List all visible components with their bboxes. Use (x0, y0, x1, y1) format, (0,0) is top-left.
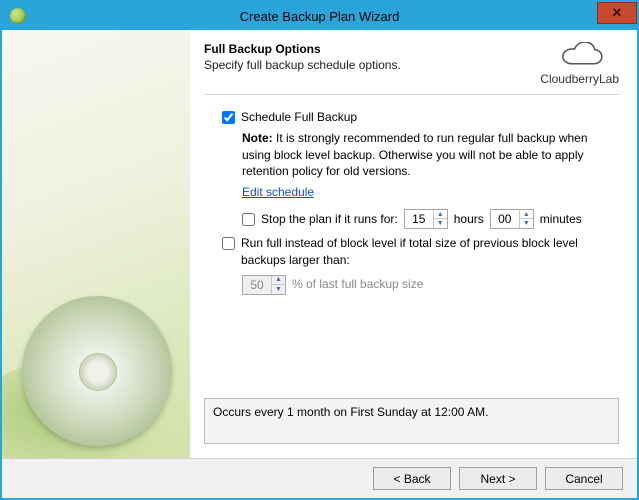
page-header: Full Backup Options Specify full backup … (204, 42, 619, 86)
window-title: Create Backup Plan Wizard (2, 9, 637, 24)
app-icon (10, 8, 26, 24)
chevron-down-icon[interactable]: ▼ (520, 219, 533, 228)
runfull-label: Run full instead of block level if total… (241, 235, 619, 269)
note-body: It is strongly recommended to run regula… (242, 131, 588, 179)
minutes-stepper[interactable]: ▲ ▼ (490, 209, 534, 229)
footer: < Back Next > Cancel (2, 458, 637, 498)
cloud-icon (555, 42, 605, 70)
schedule-row: Schedule Full Backup (222, 109, 619, 126)
wizard-window: Create Backup Plan Wizard ✕ Full Backup … (0, 0, 639, 500)
chevron-up-icon[interactable]: ▲ (272, 276, 285, 286)
runfull-checkbox[interactable] (222, 237, 235, 250)
close-button[interactable]: ✕ (597, 2, 637, 24)
page-subtitle: Specify full backup schedule options. (204, 58, 401, 72)
next-button[interactable]: Next > (459, 467, 537, 490)
minutes-input[interactable] (491, 210, 519, 228)
percent-suffix: % of last full backup size (292, 276, 423, 293)
hours-arrows[interactable]: ▲ ▼ (433, 210, 447, 228)
minutes-unit: minutes (540, 211, 582, 228)
side-panel (2, 30, 190, 458)
runfull-indent: ▲ ▼ % of last full backup size (242, 275, 619, 295)
schedule-indent: Note: It is strongly recommended to run … (242, 130, 619, 229)
stop-label: Stop the plan if it runs for: (261, 211, 398, 228)
schedule-note: Note: It is strongly recommended to run … (242, 130, 619, 180)
main-panel: Full Backup Options Specify full backup … (190, 30, 637, 458)
titlebar: Create Backup Plan Wizard ✕ (2, 2, 637, 30)
stop-checkbox[interactable] (242, 213, 255, 226)
page-title: Full Backup Options (204, 42, 401, 56)
back-button[interactable]: < Back (373, 467, 451, 490)
chevron-down-icon[interactable]: ▼ (434, 219, 447, 228)
minutes-arrows[interactable]: ▲ ▼ (519, 210, 533, 228)
schedule-label: Schedule Full Backup (241, 109, 357, 126)
disc-icon (22, 296, 172, 446)
edit-schedule-link[interactable]: Edit schedule (242, 184, 314, 201)
header-separator (204, 94, 619, 95)
percent-stepper[interactable]: ▲ ▼ (242, 275, 286, 295)
cancel-button[interactable]: Cancel (545, 467, 623, 490)
note-prefix: Note: (242, 131, 273, 145)
stop-row: Stop the plan if it runs for: ▲ ▼ hours (242, 209, 619, 229)
close-icon: ✕ (612, 5, 623, 21)
runfull-row: Run full instead of block level if total… (222, 235, 619, 269)
window-body: Full Backup Options Specify full backup … (2, 30, 637, 458)
header-text: Full Backup Options Specify full backup … (204, 42, 401, 72)
hours-unit: hours (454, 211, 484, 228)
brand-name: CloudberryLab (540, 72, 619, 86)
hours-stepper[interactable]: ▲ ▼ (404, 209, 448, 229)
hours-input[interactable] (405, 210, 433, 228)
chevron-up-icon[interactable]: ▲ (434, 210, 447, 220)
schedule-summary: Occurs every 1 month on First Sunday at … (204, 398, 619, 444)
chevron-up-icon[interactable]: ▲ (520, 210, 533, 220)
form-content: Schedule Full Backup Note: It is strongl… (204, 109, 619, 398)
schedule-checkbox[interactable] (222, 111, 235, 124)
percent-input (243, 276, 271, 294)
brand-logo: CloudberryLab (540, 42, 619, 86)
chevron-down-icon[interactable]: ▼ (272, 285, 285, 294)
percent-arrows[interactable]: ▲ ▼ (271, 276, 285, 294)
